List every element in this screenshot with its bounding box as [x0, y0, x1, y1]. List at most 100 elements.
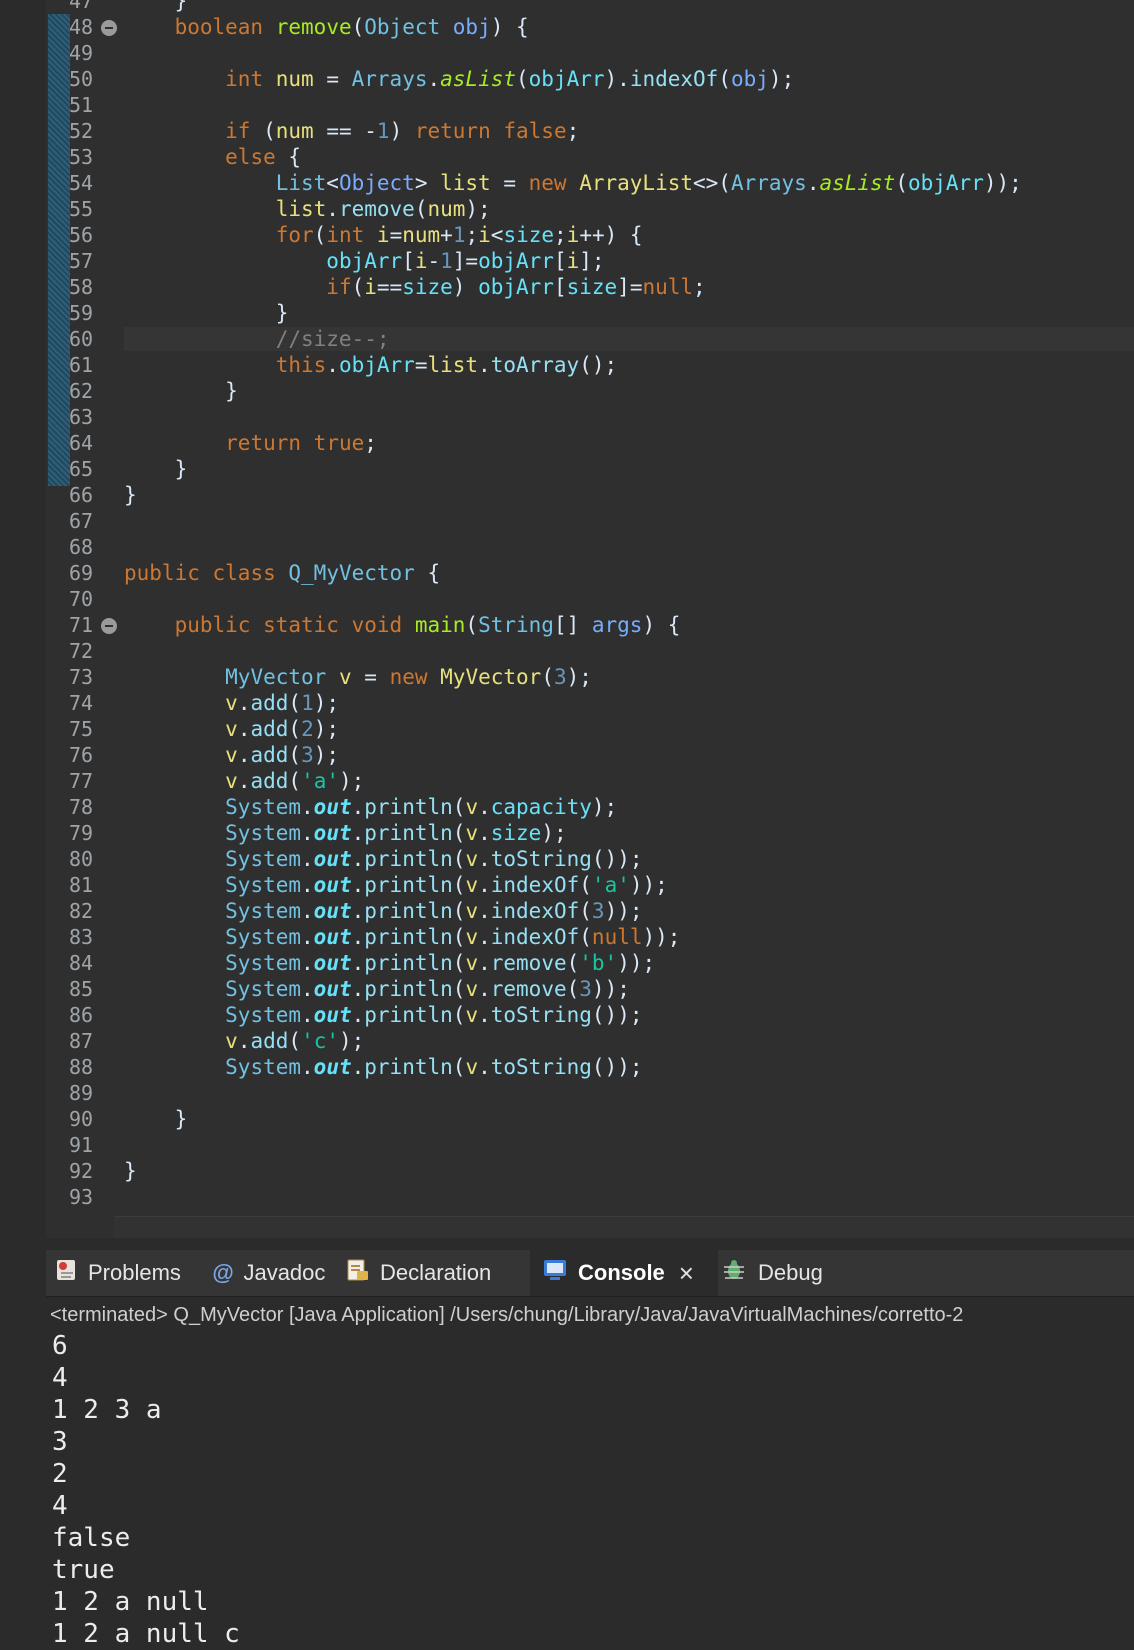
code-text: v.add(3);: [225, 743, 340, 767]
panel-tab-bar: Problems @ Javadoc Declaration Console ×…: [46, 1250, 1134, 1297]
line-number: 79: [69, 821, 94, 845]
tab-declaration-label: Declaration: [380, 1260, 492, 1285]
code-line[interactable]: 50 int num = Arrays.asList(objArr).index…: [46, 66, 1134, 92]
code-line[interactable]: 58 if(i==size) objArr[size]=null;: [46, 274, 1134, 300]
line-number: 78: [69, 795, 94, 819]
line-number: 86: [69, 1003, 94, 1027]
code-line[interactable]: 67: [46, 508, 1134, 534]
line-number: 80: [69, 847, 94, 871]
code-line[interactable]: 65 }: [46, 456, 1134, 482]
code-line[interactable]: 66}: [46, 482, 1134, 508]
code-line[interactable]: 48 boolean remove(Object obj) {: [46, 14, 1134, 40]
line-number: 70: [69, 587, 94, 611]
horizontal-scrollbar[interactable]: [114, 1216, 1134, 1238]
line-number: 63: [69, 405, 94, 429]
code-line[interactable]: 61 this.objArr=list.toArray();: [46, 352, 1134, 378]
console-output-line: false: [52, 1523, 131, 1553]
declaration-icon: [346, 1258, 370, 1288]
line-number: 47: [69, 0, 94, 13]
code-text: //size--;: [275, 327, 390, 351]
line-number: 81: [69, 873, 94, 897]
code-line[interactable]: 54 List<Object> list = new ArrayList<>(A…: [46, 170, 1134, 196]
bottom-panel: Problems @ Javadoc Declaration Console ×…: [46, 1238, 1134, 1649]
code-line[interactable]: 62 }: [46, 378, 1134, 404]
code-text: System.out.println(v.remove(3));: [225, 977, 630, 1001]
code-line[interactable]: 90 }: [46, 1106, 1134, 1132]
code-line[interactable]: 84 System.out.println(v.remove('b'));: [46, 950, 1134, 976]
code-line[interactable]: 56 for(int i=num+1;i<size;i++) {: [46, 222, 1134, 248]
code-text: System.out.println(v.indexOf('a'));: [225, 873, 668, 897]
at-sign-icon: @: [212, 1260, 234, 1285]
line-number: 62: [69, 379, 94, 403]
line-number: 89: [69, 1081, 94, 1105]
code-text: }: [124, 1159, 137, 1183]
code-text: if(i==size) objArr[size]=null;: [326, 275, 706, 299]
tab-problems[interactable]: Problems: [54, 1250, 181, 1296]
code-text: System.out.println(v.indexOf(null));: [225, 925, 681, 949]
code-line[interactable]: 92}: [46, 1158, 1134, 1184]
line-number: 49: [69, 41, 94, 65]
code-line[interactable]: 59 }: [46, 300, 1134, 326]
fold-collapse-icon[interactable]: [101, 20, 117, 36]
code-line[interactable]: 82 System.out.println(v.indexOf(3));: [46, 898, 1134, 924]
code-line[interactable]: 87 v.add('c');: [46, 1028, 1134, 1054]
tab-console[interactable]: Console ×: [530, 1250, 718, 1296]
code-line[interactable]: 51: [46, 92, 1134, 118]
code-line[interactable]: 49: [46, 40, 1134, 66]
code-line[interactable]: 89: [46, 1080, 1134, 1106]
code-line[interactable]: 86 System.out.println(v.toString());: [46, 1002, 1134, 1028]
line-number: 56: [69, 223, 94, 247]
close-icon[interactable]: ×: [679, 1258, 694, 1289]
code-line[interactable]: 75 v.add(2);: [46, 716, 1134, 742]
code-line[interactable]: 63: [46, 404, 1134, 430]
tab-declaration[interactable]: Declaration: [346, 1250, 491, 1296]
code-line[interactable]: 71 public static void main(String[] args…: [46, 612, 1134, 638]
line-number: 83: [69, 925, 94, 949]
code-line[interactable]: 60 //size--;: [46, 326, 1134, 352]
tab-debug[interactable]: Debug: [720, 1250, 823, 1296]
code-line[interactable]: 64 return true;: [46, 430, 1134, 456]
code-line[interactable]: 91: [46, 1132, 1134, 1158]
code-text: MyVector v = new MyVector(3);: [225, 665, 592, 689]
tab-problems-label: Problems: [88, 1260, 181, 1285]
tab-javadoc[interactable]: @ Javadoc: [212, 1250, 325, 1296]
code-text: System.out.println(v.indexOf(3));: [225, 899, 643, 923]
console-output-line: 2: [52, 1459, 68, 1489]
line-number: 69: [69, 561, 94, 585]
code-text: int num = Arrays.asList(objArr).indexOf(…: [225, 67, 795, 91]
code-line[interactable]: 85 System.out.println(v.remove(3));: [46, 976, 1134, 1002]
code-line[interactable]: 77 v.add('a');: [46, 768, 1134, 794]
code-text: if (num == -1) return false;: [225, 119, 580, 143]
code-text: return true;: [225, 431, 377, 455]
code-line[interactable]: 93: [46, 1184, 1134, 1210]
code-line[interactable]: 73 MyVector v = new MyVector(3);: [46, 664, 1134, 690]
window-left-edge: [0, 0, 46, 1648]
code-line[interactable]: 76 v.add(3);: [46, 742, 1134, 768]
code-line[interactable]: 52 if (num == -1) return false;: [46, 118, 1134, 144]
code-line[interactable]: 47 }: [46, 0, 1134, 14]
code-editor[interactable]: 47 } 48 boolean remove(Object obj) {49 50 …: [46, 0, 1134, 1238]
code-line[interactable]: 68: [46, 534, 1134, 560]
code-line[interactable]: 53 else {: [46, 144, 1134, 170]
debug-bug-icon: [720, 1258, 748, 1288]
code-line[interactable]: 80 System.out.println(v.toString());: [46, 846, 1134, 872]
line-number: 55: [69, 197, 94, 221]
line-number: 64: [69, 431, 94, 455]
code-line[interactable]: 55 list.remove(num);: [46, 196, 1134, 222]
code-line[interactable]: 70: [46, 586, 1134, 612]
console-output-line: 3: [52, 1427, 68, 1457]
code-text: }: [124, 301, 289, 325]
code-line[interactable]: 88 System.out.println(v.toString());: [46, 1054, 1134, 1080]
code-line[interactable]: 81 System.out.println(v.indexOf('a'));: [46, 872, 1134, 898]
line-number: 91: [69, 1133, 94, 1157]
code-line[interactable]: 57 objArr[i-1]=objArr[i];: [46, 248, 1134, 274]
code-line[interactable]: 78 System.out.println(v.capacity);: [46, 794, 1134, 820]
code-line[interactable]: 69 public class Q_MyVector {: [46, 560, 1134, 586]
fold-collapse-icon[interactable]: [101, 618, 117, 634]
code-line[interactable]: 83 System.out.println(v.indexOf(null));: [46, 924, 1134, 950]
line-number: 59: [69, 301, 94, 325]
code-text: objArr[i-1]=objArr[i];: [326, 249, 605, 273]
code-line[interactable]: 79 System.out.println(v.size);: [46, 820, 1134, 846]
code-line[interactable]: 74 v.add(1);: [46, 690, 1134, 716]
code-line[interactable]: 72: [46, 638, 1134, 664]
